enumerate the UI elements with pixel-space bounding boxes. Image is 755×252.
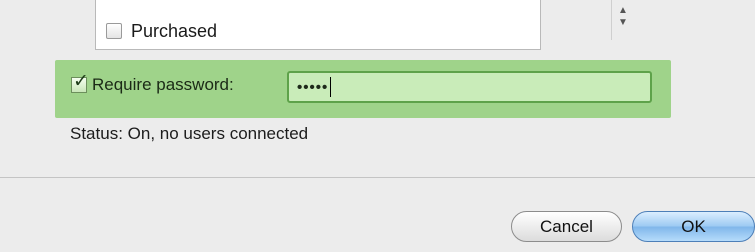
text-caret [330, 77, 332, 97]
list-item-purchased[interactable]: Purchased [106, 20, 217, 42]
separator [0, 177, 755, 178]
require-password-label: Require password: [92, 75, 234, 94]
library-list[interactable]: Purchased ▲ ▼ [95, 0, 628, 50]
purchased-checkbox[interactable] [106, 23, 122, 39]
password-value: ••••• [297, 78, 329, 96]
status-text: Status: On, no users connected [70, 124, 309, 143]
sharing-dialog: Purchased ▲ ▼ ✓ Require password: ••••• … [0, 0, 755, 252]
scroll-up-arrow-icon[interactable]: ▲ [618, 5, 628, 17]
list-scrollbar[interactable]: ▲ ▼ [611, 0, 634, 40]
cancel-button[interactable]: Cancel [511, 211, 622, 242]
scroll-down-arrow-icon[interactable]: ▼ [618, 17, 628, 29]
ok-button[interactable]: OK [632, 211, 755, 242]
list-item-label: Purchased [131, 20, 218, 41]
require-password-option[interactable]: ✓ Require password: [71, 72, 234, 95]
require-password-checkbox[interactable]: ✓ [71, 72, 89, 93]
password-field[interactable]: ••••• [287, 71, 652, 103]
checkmark-icon: ✓ [73, 71, 89, 92]
